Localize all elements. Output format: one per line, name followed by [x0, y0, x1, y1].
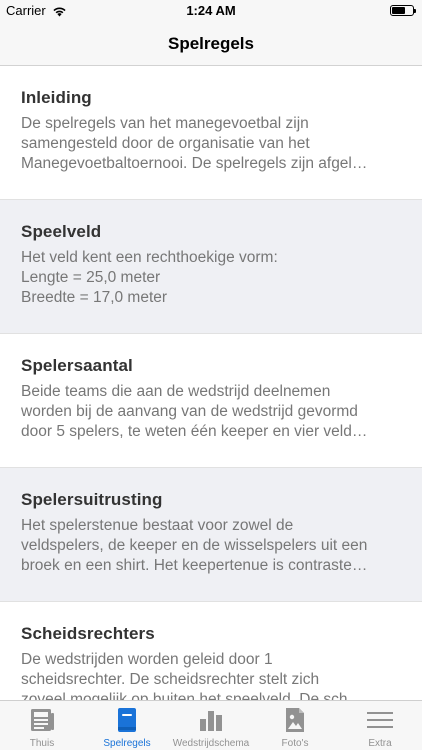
tab-bar: Thuis Spelregels Wedstrijdschema Foto's …	[0, 700, 422, 750]
tab-label: Thuis	[29, 738, 55, 749]
page-title: Spelregels	[168, 34, 254, 53]
list-item-spelersaantal[interactable]: Spelersaantal Beide teams die aan de wed…	[0, 334, 422, 467]
list-item-line: broek en een shirt. Het keepertenue is c…	[21, 557, 368, 574]
list-item-line: Het spelerstenue bestaat voor zowel de	[21, 517, 294, 534]
tab-wedstrijdschema[interactable]: Wedstrijdschema	[170, 701, 252, 750]
clock: 1:24 AM	[186, 3, 236, 18]
menu-icon	[366, 707, 394, 738]
list-item-inleiding[interactable]: Inleiding De spelregels van het manegevo…	[0, 66, 422, 199]
list-item-line: door 5 spelers, te weten één keeper en v…	[21, 423, 368, 440]
list-item-title: Spelersaantal	[21, 356, 133, 375]
list-item-line: Het veld kent een rechthoekige vorm:	[21, 249, 278, 266]
newspaper-icon	[28, 707, 56, 738]
list-item-body: Het spelerstenue bestaat voor zowel de v…	[21, 516, 402, 576]
tab-label: Wedstrijdschema	[172, 738, 250, 749]
book-icon	[116, 707, 138, 738]
tab-label: Foto's	[281, 738, 309, 749]
list-item-line: scheidsrechter. De scheidsrechter stelt …	[21, 671, 320, 688]
battery-icon	[390, 5, 416, 16]
list-item-body: Beide teams die aan de wedstrijd deelnem…	[21, 382, 402, 442]
list-item-line: Lengte = 25,0 meter	[21, 269, 161, 286]
list-item-line: De spelregels van het manegevoetbal zijn	[21, 115, 309, 132]
tab-extra[interactable]: Extra	[338, 701, 422, 750]
list-item-speelveld[interactable]: Speelveld Het veld kent een rechthoekige…	[0, 200, 422, 333]
list-item-title: Inleiding	[21, 88, 92, 107]
list-item-spelersuitrusting[interactable]: Spelersuitrusting Het spelerstenue besta…	[0, 468, 422, 601]
photo-icon	[283, 707, 307, 738]
list-item-line: Beide teams die aan de wedstrijd deelnem…	[21, 383, 331, 400]
list-item-body: De wedstrijden worden geleid door 1 sche…	[21, 650, 402, 700]
list-item-title: Spelersuitrusting	[21, 490, 163, 509]
tab-label: Spelregels	[103, 738, 151, 749]
list-item-line: Breedte = 17,0 meter	[21, 289, 168, 306]
rules-list[interactable]: Inleiding De spelregels van het manegevo…	[0, 66, 422, 700]
bar-chart-icon	[197, 707, 225, 738]
tab-spelregels[interactable]: Spelregels	[84, 701, 170, 750]
list-item-line: samengesteld door de organisatie van het	[21, 135, 310, 152]
list-item-line: Manegevoetbaltoernooi. De spelregels zij…	[21, 155, 368, 172]
list-item-body: Het veld kent een rechthoekige vorm: Len…	[21, 248, 402, 308]
tab-fotos[interactable]: Foto's	[252, 701, 338, 750]
list-item-scheidsrechters[interactable]: Scheidsrechters De wedstrijden worden ge…	[0, 602, 422, 700]
list-item-line: worden bij de aanvang van de wedstrijd g…	[21, 403, 358, 420]
tab-label: Extra	[368, 738, 392, 749]
status-bar: Carrier 1:24 AM	[0, 0, 422, 22]
list-item-line: veldspelers, de keeper en de wisselspele…	[21, 537, 368, 554]
list-item-body: De spelregels van het manegevoetbal zijn…	[21, 114, 402, 174]
list-item-line: zoveel mogelijk op buiten het speelveld.…	[21, 691, 364, 700]
navigation-bar: Spelregels	[0, 22, 422, 66]
tab-thuis[interactable]: Thuis	[0, 701, 84, 750]
list-item-line: De wedstrijden worden geleid door 1	[21, 651, 273, 668]
list-item-title: Speelveld	[21, 222, 102, 241]
list-item-title: Scheidsrechters	[21, 624, 155, 643]
